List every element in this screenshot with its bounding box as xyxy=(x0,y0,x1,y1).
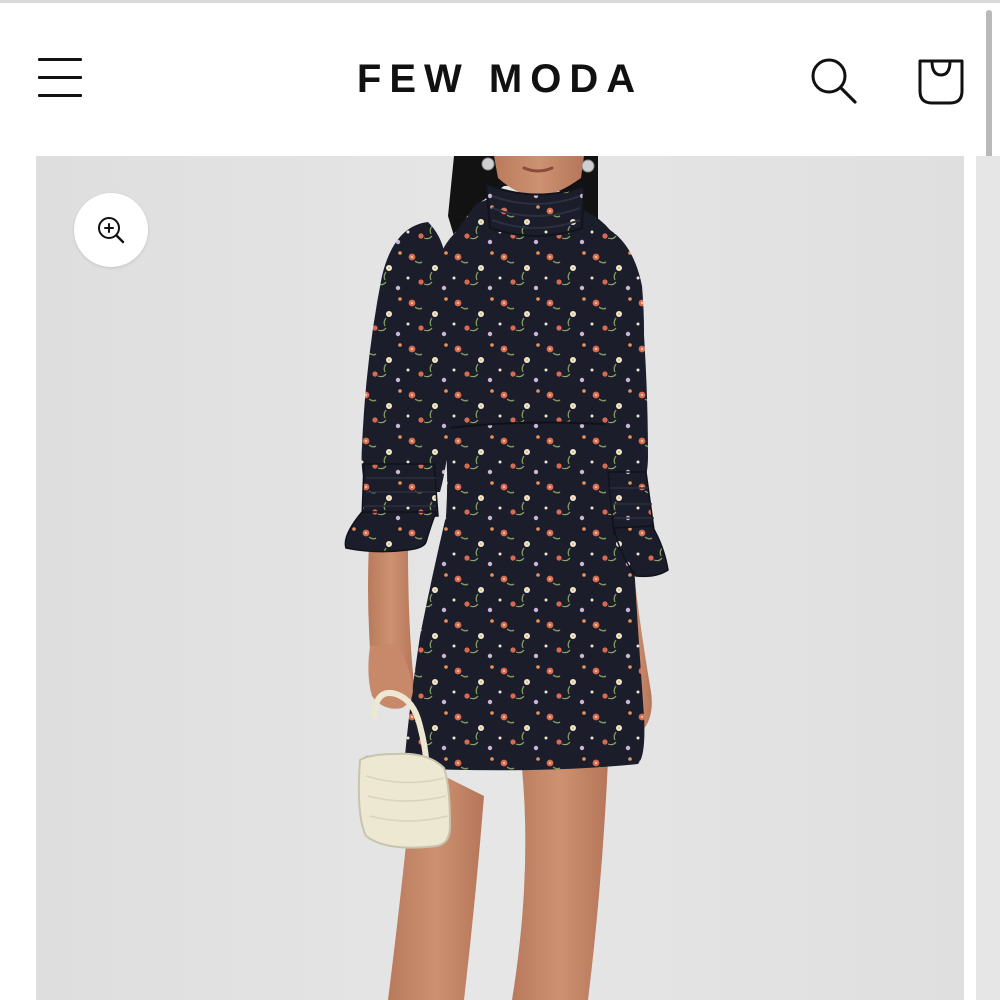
zoom-in-icon xyxy=(98,217,125,244)
menu-button[interactable] xyxy=(34,53,86,103)
next-image-peek[interactable] xyxy=(976,156,1000,1000)
shopping-bag-icon xyxy=(918,59,964,105)
cart-button[interactable] xyxy=(912,51,970,109)
brand-logo[interactable]: FEW MODA xyxy=(250,55,750,103)
search-button[interactable] xyxy=(806,53,862,109)
hamburger-menu-icon xyxy=(38,58,82,61)
search-icon xyxy=(811,58,857,104)
product-image[interactable] xyxy=(36,156,964,1000)
product-page: FEW MODA xyxy=(0,0,1000,1000)
zoom-button[interactable] xyxy=(74,193,148,267)
model-in-floral-dress-image xyxy=(36,156,964,1000)
site-header: FEW MODA xyxy=(0,3,1000,153)
